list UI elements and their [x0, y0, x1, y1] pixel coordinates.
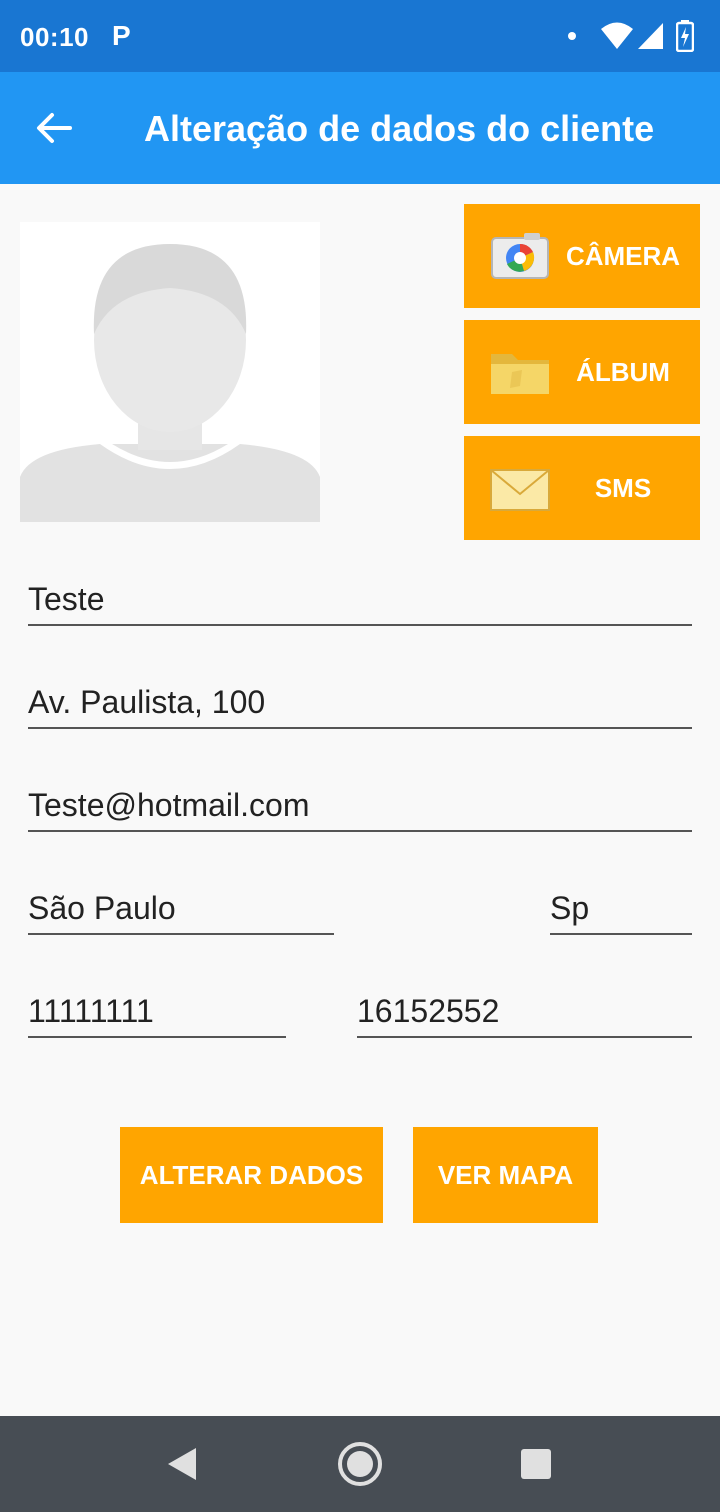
name-input[interactable]: [28, 574, 692, 624]
email-field: [28, 780, 692, 832]
email-input[interactable]: [28, 780, 692, 830]
nav-recent-apps-icon[interactable]: [520, 1448, 552, 1480]
system-nav-bar: [0, 1416, 720, 1512]
name-field: [28, 574, 692, 626]
phone-field: [28, 986, 286, 1038]
album-button-label: ÁLBUM: [576, 357, 670, 387]
phone-input[interactable]: [28, 986, 286, 1036]
wifi-icon: [601, 22, 633, 49]
avatar-placeholder-icon: [20, 222, 320, 522]
page-title: Alteração de dados do cliente: [144, 108, 655, 149]
nav-back-icon[interactable]: [166, 1446, 198, 1482]
camera-button-label: CÂMERA: [565, 241, 681, 271]
state-field: [550, 883, 692, 935]
camera-icon: [491, 233, 549, 279]
alter-data-button[interactable]: ALTERAR DADOS: [120, 1127, 383, 1223]
cep-input[interactable]: [357, 986, 692, 1036]
cep-field: [357, 986, 692, 1038]
client-photo[interactable]: [20, 222, 320, 522]
status-bar: 00:10 P: [0, 0, 720, 72]
address-field: [28, 677, 692, 729]
sms-button-label: SMS: [594, 473, 652, 503]
sms-button[interactable]: SMS: [464, 436, 700, 540]
arrow-left-icon[interactable]: [34, 108, 74, 148]
view-map-button[interactable]: VER MAPA: [413, 1127, 598, 1223]
city-input[interactable]: [28, 883, 334, 933]
album-button[interactable]: ÁLBUM: [464, 320, 700, 424]
city-field: [28, 883, 334, 935]
nav-home-icon[interactable]: [336, 1440, 384, 1488]
battery-charging-icon: [676, 20, 694, 52]
status-time: 00:10: [20, 22, 89, 52]
app-bar: Alteração de dados do cliente: [0, 72, 720, 184]
notification-dot-icon: [568, 32, 576, 40]
state-input[interactable]: [550, 883, 692, 933]
envelope-icon: [490, 469, 550, 511]
address-input[interactable]: [28, 677, 692, 727]
signal-icon: [638, 23, 663, 49]
notification-p-icon: P: [112, 20, 131, 51]
folder-icon: [491, 354, 549, 394]
camera-button[interactable]: CÂMERA: [464, 204, 700, 308]
